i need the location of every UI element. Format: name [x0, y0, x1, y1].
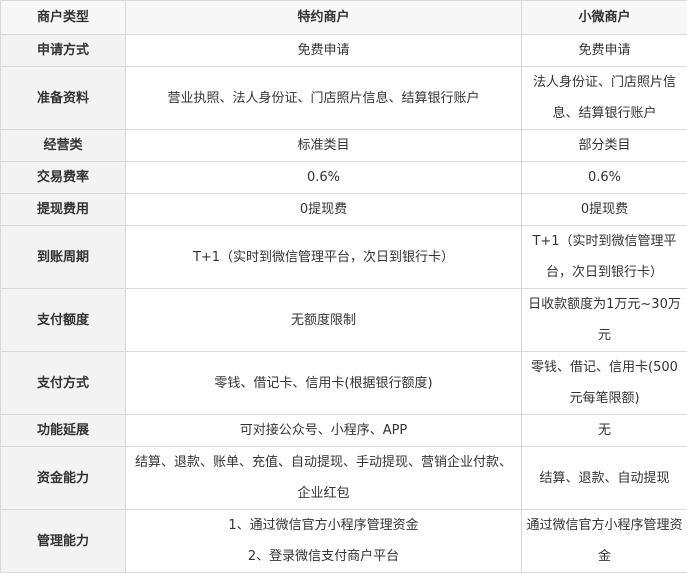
table-row: 经营类 标准类目 部分类目	[1, 130, 687, 162]
micro-cell: 免费申请	[522, 35, 687, 67]
table-row: 到账周期 T+1（实时到微信管理平台，次日到银行卡） T+1（实时到微信管理平台…	[1, 226, 687, 289]
micro-cell: 通过微信官方小程序管理资金	[522, 510, 687, 573]
micro-cell: 日收款额度为1万元~30万元	[522, 289, 687, 352]
special-cell: 结算、退款、账单、充值、自动提现、手动提现、营销企业付款、企业红包	[126, 447, 522, 510]
special-cell: 可对接公众号、小程序、APP	[126, 415, 522, 447]
special-cell: 0提现费	[126, 194, 522, 226]
row-label: 经营类	[1, 130, 126, 162]
row-label: 提现费用	[1, 194, 126, 226]
special-cell: 营业执照、法人身份证、门店照片信息、结算银行账户	[126, 67, 522, 130]
special-cell: 1、通过微信官方小程序管理资金 2、登录微信支付商户平台	[126, 510, 522, 573]
row-label: 功能延展	[1, 415, 126, 447]
special-cell: 无额度限制	[126, 289, 522, 352]
micro-cell: 结算、退款、自动提现	[522, 447, 687, 510]
micro-cell: 部分类目	[522, 130, 687, 162]
micro-cell: 0提现费	[522, 194, 687, 226]
micro-cell: 无	[522, 415, 687, 447]
table-row: 交易费率 0.6% 0.6%	[1, 162, 687, 194]
row-label: 管理能力	[1, 510, 126, 573]
table-header-row: 商户类型 特约商户 小微商户	[1, 1, 687, 35]
table-row: 功能延展 可对接公众号、小程序、APP 无	[1, 415, 687, 447]
row-label: 申请方式	[1, 35, 126, 67]
merchant-comparison-table: 商户类型 特约商户 小微商户 申请方式 免费申请 免费申请 准备资料 营业执照、…	[0, 0, 687, 573]
row-label: 准备资料	[1, 67, 126, 130]
row-label: 支付方式	[1, 352, 126, 415]
header-merchant-type: 商户类型	[1, 1, 126, 35]
row-label: 支付额度	[1, 289, 126, 352]
table-row: 资金能力 结算、退款、账单、充值、自动提现、手动提现、营销企业付款、企业红包 结…	[1, 447, 687, 510]
table-row: 提现费用 0提现费 0提现费	[1, 194, 687, 226]
row-label: 资金能力	[1, 447, 126, 510]
special-cell: 免费申请	[126, 35, 522, 67]
micro-cell: 法人身份证、门店照片信息、结算银行账户	[522, 67, 687, 130]
header-micro-merchant: 小微商户	[522, 1, 687, 35]
micro-cell: 零钱、借记、信用卡(500元每笔限额)	[522, 352, 687, 415]
special-cell: 零钱、借记卡、信用卡(根据银行额度)	[126, 352, 522, 415]
table-row: 申请方式 免费申请 免费申请	[1, 35, 687, 67]
row-label: 到账周期	[1, 226, 126, 289]
header-special-merchant: 特约商户	[126, 1, 522, 35]
table-row: 准备资料 营业执照、法人身份证、门店照片信息、结算银行账户 法人身份证、门店照片…	[1, 67, 687, 130]
special-cell: 标准类目	[126, 130, 522, 162]
micro-cell: T+1（实时到微信管理平台，次日到银行卡）	[522, 226, 687, 289]
special-cell: 0.6%	[126, 162, 522, 194]
table-row: 管理能力 1、通过微信官方小程序管理资金 2、登录微信支付商户平台 通过微信官方…	[1, 510, 687, 573]
table-row: 支付额度 无额度限制 日收款额度为1万元~30万元	[1, 289, 687, 352]
micro-cell: 0.6%	[522, 162, 687, 194]
special-cell: T+1（实时到微信管理平台，次日到银行卡）	[126, 226, 522, 289]
row-label: 交易费率	[1, 162, 126, 194]
table-row: 支付方式 零钱、借记卡、信用卡(根据银行额度) 零钱、借记、信用卡(500元每笔…	[1, 352, 687, 415]
